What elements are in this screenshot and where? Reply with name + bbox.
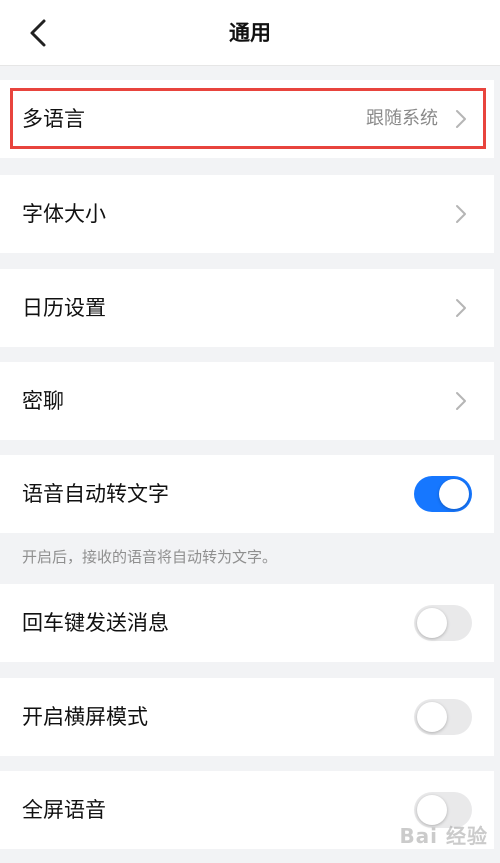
row-label: 开启横屏模式 — [22, 705, 148, 729]
enter-to-send-toggle[interactable] — [414, 605, 472, 641]
chevron-right-icon — [456, 205, 466, 223]
row-label: 日历设置 — [22, 296, 106, 320]
row-value: 跟随系统 — [366, 108, 438, 129]
settings-row-landscape: 开启横屏模式 — [0, 678, 494, 756]
hint-text: 开启后，接收的语音将自动转为文字。 — [22, 548, 278, 566]
row-label: 密聊 — [22, 389, 64, 413]
row-label: 回车键发送消息 — [22, 611, 169, 635]
settings-row-voice-to-text: 语音自动转文字 — [0, 455, 494, 533]
chevron-right-icon — [456, 392, 466, 410]
chevron-right-icon — [456, 299, 466, 317]
settings-row-font-size[interactable]: 字体大小 — [0, 175, 494, 253]
chevron-right-icon — [456, 110, 466, 128]
row-label: 字体大小 — [22, 202, 106, 226]
page-title: 通用 — [229, 21, 271, 45]
settings-row-language[interactable]: 多语言 跟随系统 — [0, 80, 494, 158]
row-label: 多语言 — [22, 107, 85, 131]
settings-row-calendar[interactable]: 日历设置 — [0, 269, 494, 347]
landscape-mode-toggle[interactable] — [414, 699, 472, 735]
row-label: 语音自动转文字 — [22, 482, 169, 506]
settings-row-secret-chat[interactable]: 密聊 — [0, 362, 494, 440]
voice-to-text-toggle[interactable] — [414, 476, 472, 512]
nav-header: 通用 — [0, 0, 500, 66]
toggle-knob — [439, 479, 469, 509]
toggle-knob — [417, 608, 447, 638]
watermark: Bai 经验 — [399, 824, 488, 848]
row-label: 全屏语音 — [22, 798, 106, 822]
toggle-knob — [417, 702, 447, 732]
settings-row-enter-to-send: 回车键发送消息 — [0, 584, 494, 662]
